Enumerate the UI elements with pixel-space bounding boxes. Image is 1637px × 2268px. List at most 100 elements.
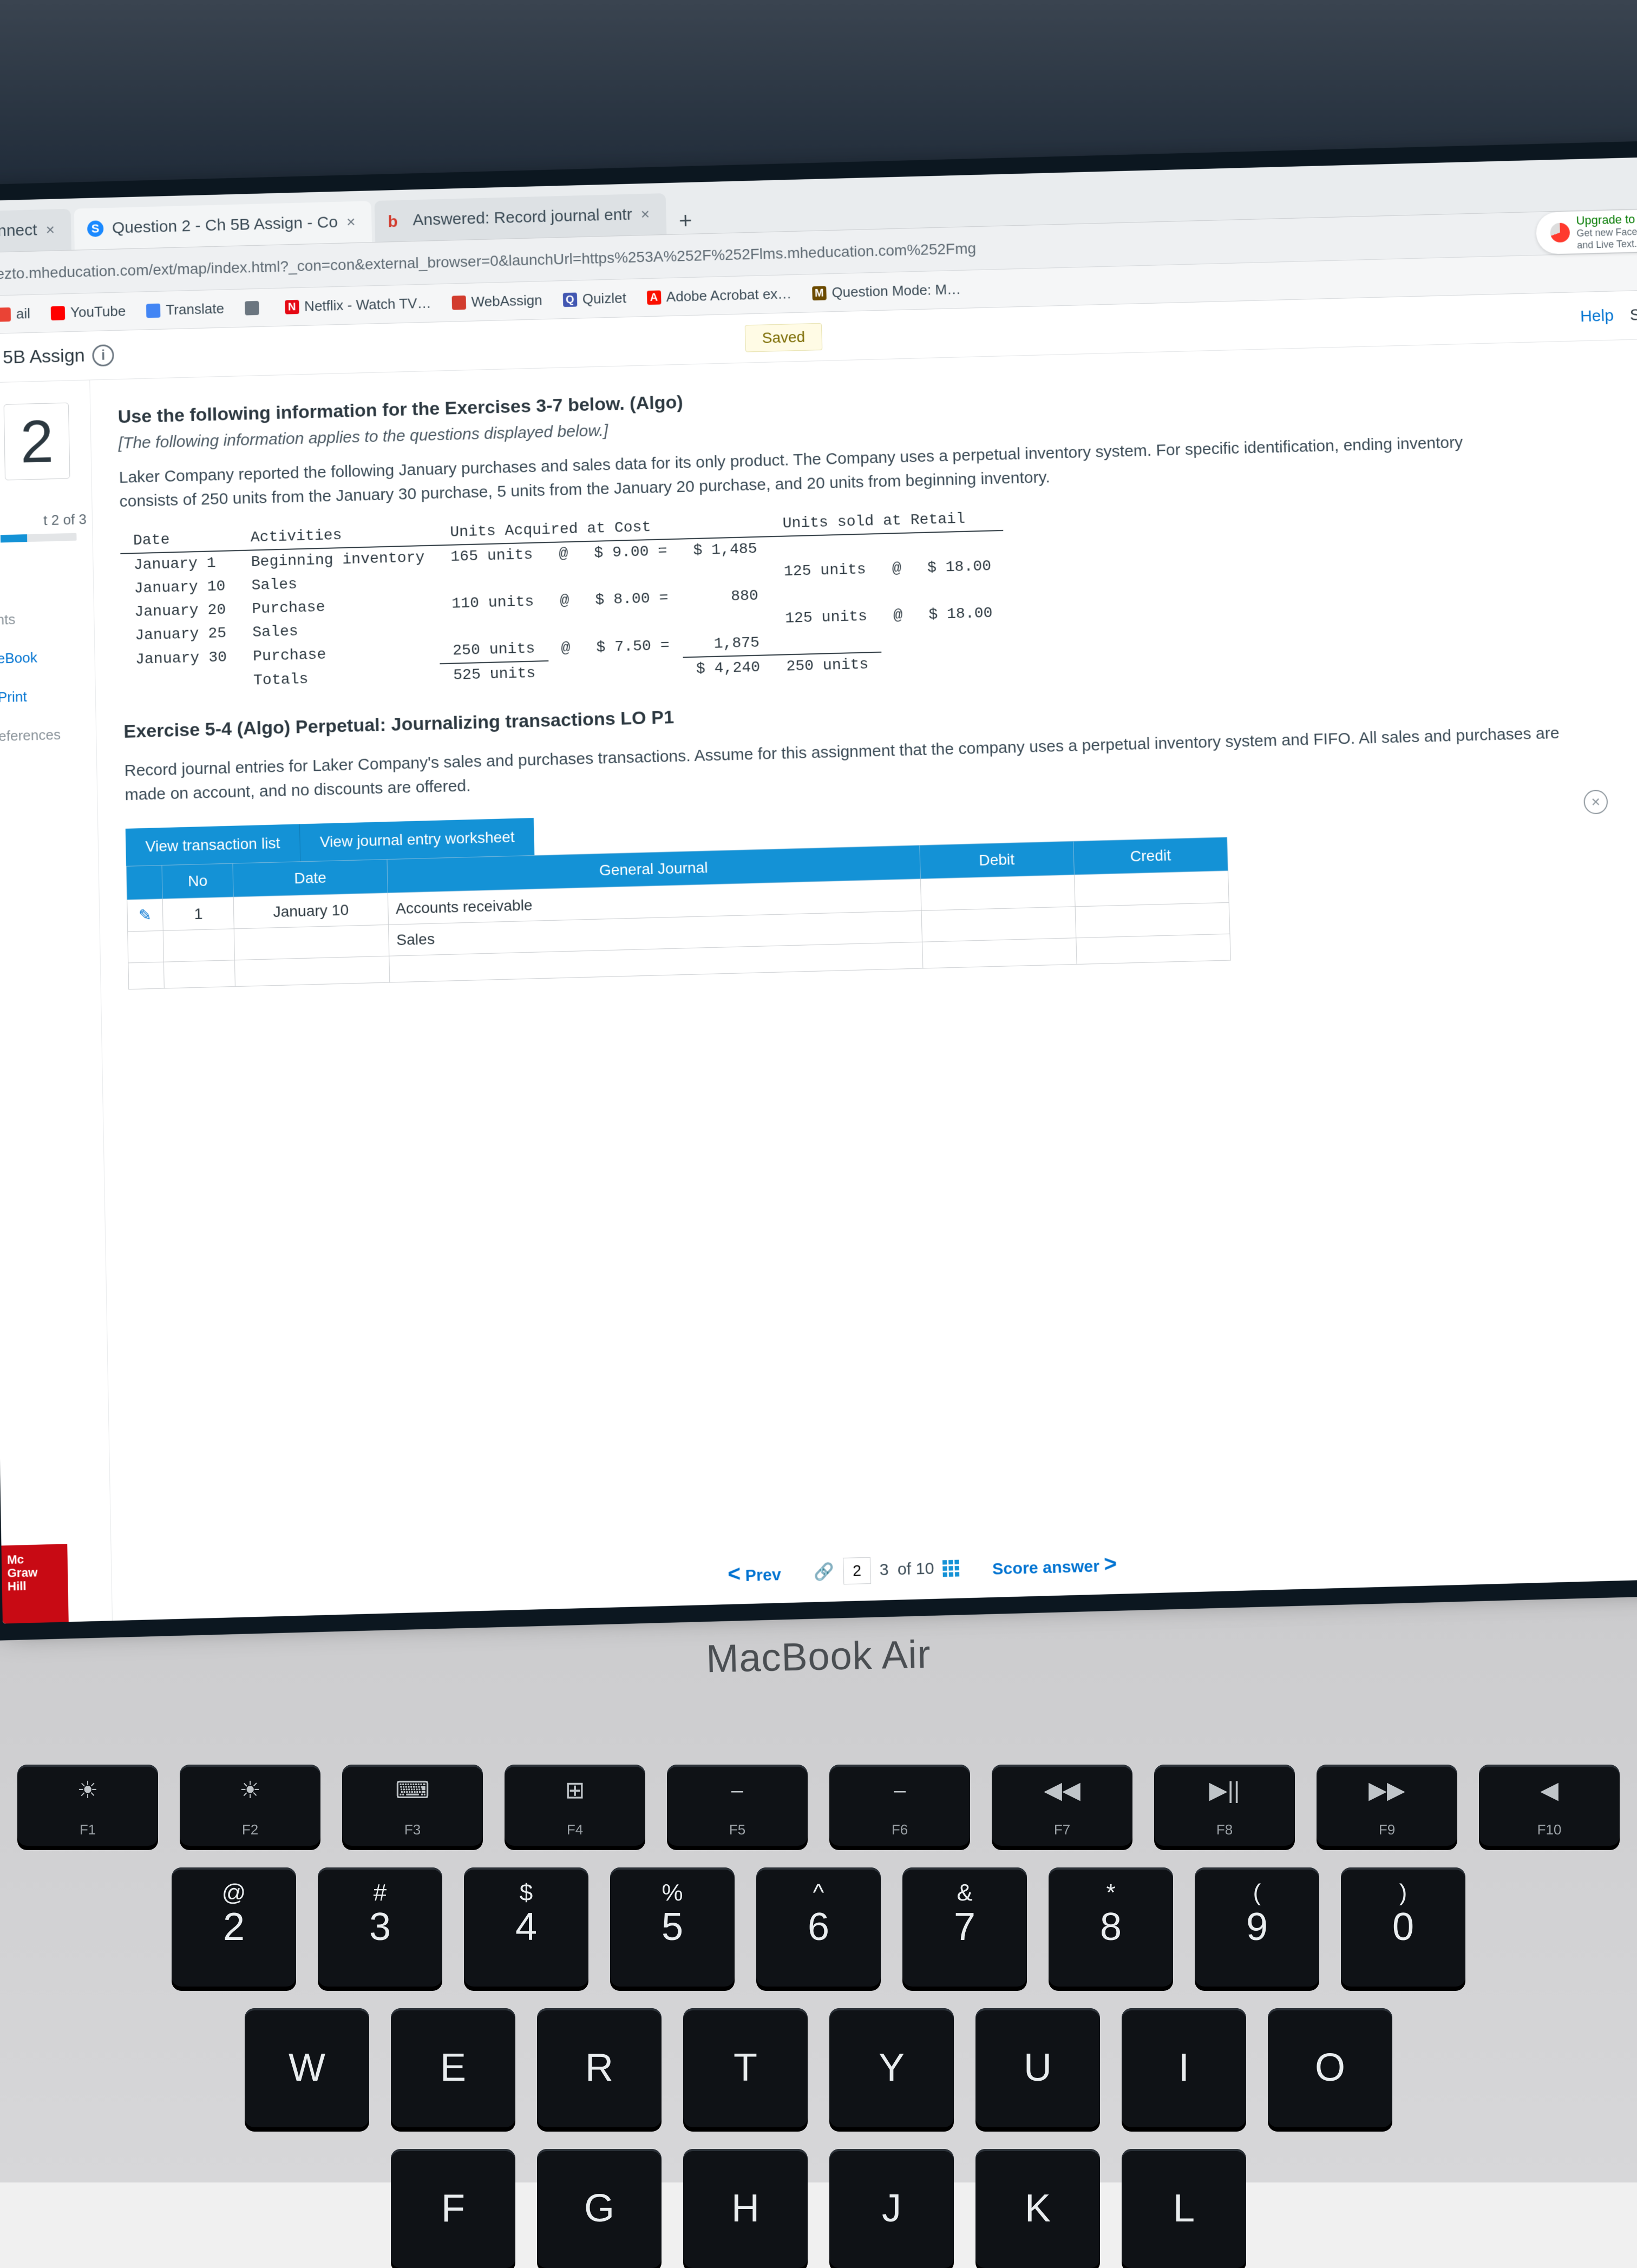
- grid-icon[interactable]: [942, 1560, 959, 1577]
- logo-line: Hill: [8, 1579, 63, 1594]
- key-r[interactable]: R: [537, 2008, 662, 2127]
- key-f1[interactable]: ☀F1: [17, 1765, 158, 1846]
- tab-question2[interactable]: S Question 2 - Ch 5B Assign - Co ×: [74, 201, 372, 250]
- save-button[interactable]: Save: [1629, 305, 1637, 324]
- key-f10[interactable]: ◀F10: [1479, 1765, 1620, 1846]
- bookmark-item[interactable]: NNetflix - Watch TV…: [285, 295, 431, 316]
- key-u[interactable]: U: [975, 2008, 1100, 2127]
- key-y[interactable]: Y: [829, 2008, 954, 2127]
- edit-row-icon[interactable]: ✎: [127, 899, 163, 932]
- key-3[interactable]: #3: [318, 1867, 442, 1987]
- cell-sprice: $ 18.00: [915, 601, 1006, 627]
- close-icon[interactable]: ×: [346, 213, 356, 231]
- journal-debit[interactable]: [921, 907, 1076, 942]
- key-f6[interactable]: ⎯F6: [829, 1765, 970, 1846]
- help-link[interactable]: Help: [1580, 306, 1614, 326]
- prev-button[interactable]: < Prev: [728, 1561, 781, 1587]
- view-transaction-list-button[interactable]: View transaction list: [126, 824, 300, 866]
- key-7[interactable]: &7: [902, 1867, 1027, 1987]
- tab-connect[interactable]: nnect ×: [0, 209, 71, 252]
- journal-date[interactable]: [235, 956, 390, 986]
- key-2[interactable]: @2: [172, 1867, 296, 1987]
- key-f4[interactable]: ⊞F4: [505, 1765, 645, 1846]
- cell-date: January 20: [121, 598, 239, 625]
- jh-no: No: [162, 863, 233, 899]
- score-answer-button[interactable]: Score answer >: [992, 1551, 1117, 1579]
- key-f8[interactable]: ▶||F8: [1154, 1765, 1295, 1846]
- close-icon[interactable]: ×: [45, 221, 55, 239]
- new-tab-button[interactable]: +: [669, 207, 702, 234]
- bookmark-item[interactable]: WebAssign: [451, 292, 542, 311]
- journal-debit[interactable]: [920, 875, 1075, 910]
- journal-no[interactable]: 1: [162, 897, 234, 930]
- key-f[interactable]: F: [391, 2149, 515, 2268]
- progress-bar: [1, 533, 77, 543]
- key-9[interactable]: (9: [1195, 1867, 1319, 1987]
- journal-date[interactable]: [234, 925, 389, 960]
- journal-credit[interactable]: [1075, 902, 1230, 938]
- side-link[interactable]: eferences: [0, 725, 96, 745]
- bookmark-item[interactable]: MQuestion Mode: M…: [812, 281, 961, 301]
- key-t[interactable]: T: [683, 2008, 808, 2127]
- jh-credit: Credit: [1073, 837, 1228, 875]
- col-date: Date: [120, 527, 238, 554]
- bookmark-item[interactable]: [245, 300, 265, 315]
- key-g[interactable]: G: [537, 2149, 662, 2268]
- key-5[interactable]: %5: [610, 1867, 735, 1987]
- cell-sold: 125 units: [770, 558, 879, 584]
- cell-date: January 25: [122, 621, 240, 648]
- key-l[interactable]: L: [1122, 2149, 1246, 2268]
- key-f5[interactable]: ⎯F5: [667, 1765, 808, 1846]
- bookmark-item[interactable]: Translate: [146, 300, 224, 319]
- journal-debit[interactable]: [922, 938, 1077, 968]
- bookmark-item[interactable]: YouTube: [51, 303, 126, 322]
- side-link[interactable]: eBook: [0, 648, 95, 667]
- key-4[interactable]: $4: [464, 1867, 588, 1987]
- key-0[interactable]: )0: [1341, 1867, 1465, 1987]
- cell-date: January 1: [120, 550, 238, 578]
- journal-credit[interactable]: [1074, 871, 1229, 907]
- jh-date: Date: [233, 860, 388, 897]
- key-w[interactable]: W: [245, 2008, 369, 2127]
- cell-at: @: [546, 541, 581, 566]
- page-input[interactable]: [843, 1557, 871, 1585]
- key-f7[interactable]: ◀◀F7: [992, 1765, 1132, 1846]
- key-h[interactable]: H: [683, 2149, 808, 2268]
- cell-sold: [770, 534, 879, 561]
- journal-credit[interactable]: [1076, 934, 1230, 964]
- tab-answered[interactable]: b Answered: Record journal entr ×: [375, 193, 666, 242]
- cell-totals-label: Totals: [240, 664, 441, 693]
- side-links: nts eBook Print eferences: [0, 609, 96, 745]
- key-f2[interactable]: ☀F2: [180, 1765, 320, 1846]
- upgrade-pill[interactable]: Upgrade to ma Get new FaceTim and Live T…: [1536, 209, 1637, 254]
- bookmark-item[interactable]: ail: [0, 305, 30, 323]
- cell-sat: @: [879, 557, 914, 581]
- bookmark-label: Netflix - Watch TV…: [304, 295, 431, 315]
- bookmark-item[interactable]: AAdobe Acrobat ex…: [646, 285, 791, 306]
- edit-row-icon[interactable]: [128, 962, 165, 989]
- bookmark-icon: [146, 303, 161, 318]
- side-link[interactable]: nts: [0, 609, 94, 628]
- key-o[interactable]: O: [1268, 2008, 1392, 2127]
- key-6[interactable]: ^6: [756, 1867, 881, 1987]
- journal-date[interactable]: January 10: [234, 893, 389, 928]
- bookmark-icon: [0, 307, 11, 322]
- key-j[interactable]: J: [829, 2149, 954, 2268]
- cell-sat: [879, 580, 915, 605]
- info-icon[interactable]: i: [92, 344, 114, 366]
- key-8[interactable]: *8: [1049, 1867, 1173, 1987]
- view-journal-worksheet-button[interactable]: View journal entry worksheet: [299, 818, 535, 861]
- edit-row-icon[interactable]: [128, 930, 164, 963]
- key-f3[interactable]: ⌨F3: [342, 1765, 483, 1846]
- cell-sprice: [916, 625, 1007, 651]
- key-k[interactable]: K: [975, 2149, 1100, 2268]
- close-icon[interactable]: ×: [640, 206, 650, 223]
- journal-no[interactable]: [163, 929, 234, 962]
- side-link[interactable]: Print: [0, 686, 95, 706]
- device-label: MacBook Air: [706, 1633, 932, 1682]
- key-f9[interactable]: ▶▶F9: [1317, 1765, 1457, 1846]
- key-i[interactable]: I: [1122, 2008, 1246, 2127]
- key-e[interactable]: E: [391, 2008, 515, 2127]
- journal-no[interactable]: [164, 960, 235, 988]
- bookmark-item[interactable]: QQuizlet: [562, 290, 626, 308]
